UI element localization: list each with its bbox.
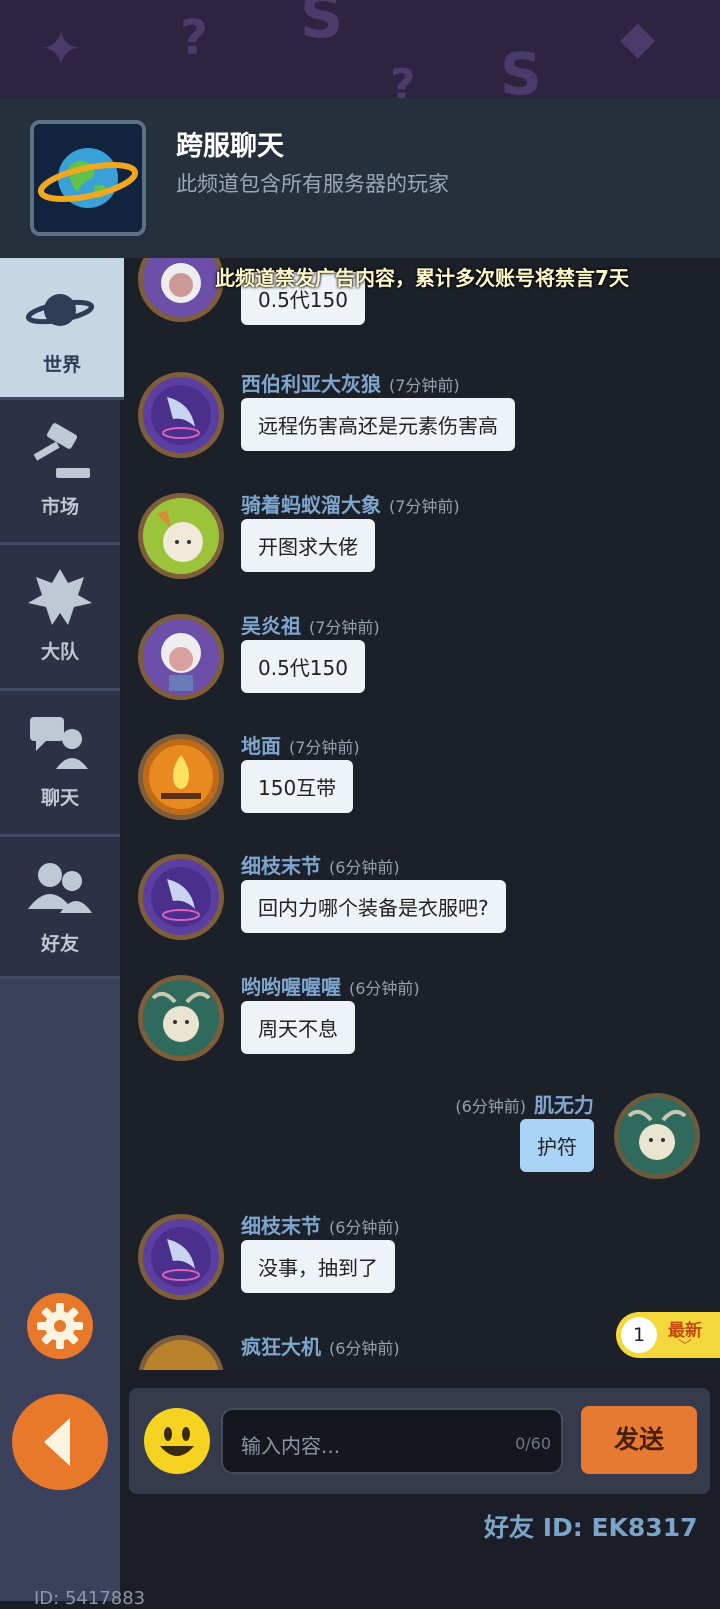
chevron-down-icon: ﹀ bbox=[678, 1339, 692, 1355]
background-pattern: ? S S ? ✦ ◆ bbox=[0, 0, 720, 110]
sidebar-item-label: 大队 bbox=[40, 641, 79, 663]
sender-name[interactable]: 哟哟喔喔喔 (6分钟前) bbox=[241, 971, 420, 1000]
message-bubble: 150互带 bbox=[241, 760, 354, 813]
chat-bubbles-icon bbox=[30, 717, 88, 769]
message-input-bar: 输入内容... 0/60 发送 bbox=[129, 1388, 710, 1494]
unread-count-badge: 1 bbox=[621, 1317, 657, 1353]
emoji-button[interactable] bbox=[144, 1408, 210, 1474]
sender-name[interactable]: 细枝末节 (6分钟前) bbox=[241, 1210, 400, 1239]
sender-name[interactable]: 吴炎祖 (7分钟前) bbox=[241, 610, 380, 639]
message-time: (7分钟前) bbox=[389, 497, 460, 516]
avatar[interactable] bbox=[138, 975, 224, 1061]
newest-messages-button[interactable]: 1 最新 ﹀ bbox=[616, 1312, 720, 1358]
channel-header: 跨服聊天 此频道包含所有服务器的玩家 bbox=[0, 98, 720, 258]
channel-title: 跨服聊天 bbox=[176, 131, 284, 162]
message-bubble: 回内力哪个装备是衣服吧? bbox=[241, 880, 506, 933]
avatar[interactable] bbox=[138, 1335, 224, 1370]
sender-name[interactable]: 疯狂大机 (6分钟前) bbox=[241, 1331, 400, 1360]
sender-name[interactable]: 地面 (7分钟前) bbox=[241, 730, 360, 759]
sidebar-item-market[interactable]: 市场 bbox=[0, 400, 120, 545]
sidebar-item-label: 市场 bbox=[40, 496, 79, 518]
sidebar-item-team[interactable]: 大队 bbox=[0, 545, 120, 691]
avatar[interactable] bbox=[138, 1214, 224, 1300]
sender-name-text: 哟哟喔喔喔 bbox=[241, 975, 341, 999]
avatar[interactable] bbox=[614, 1093, 700, 1179]
planet-globe-icon bbox=[30, 120, 146, 236]
message-time: (6分钟前) bbox=[455, 1097, 526, 1116]
avatar[interactable] bbox=[138, 372, 224, 458]
settings-button[interactable] bbox=[27, 1293, 93, 1359]
back-arrow-icon bbox=[44, 1418, 70, 1466]
sidebar-item-chat[interactable]: 聊天 bbox=[0, 691, 120, 837]
send-button[interactable]: 发送 bbox=[581, 1406, 697, 1474]
sender-name-text: 疯狂大机 bbox=[241, 1335, 321, 1359]
message-bubble: 周天不息 bbox=[241, 1001, 355, 1054]
message-time: (7分钟前) bbox=[309, 618, 380, 637]
char-counter: 0/60 bbox=[515, 1434, 551, 1453]
chat-message: 骑着蚂蚁溜大象 (7分钟前) 开图求大佬 bbox=[124, 487, 720, 607]
message-time: (6分钟前) bbox=[329, 1218, 400, 1237]
sender-name-text: 细枝末节 bbox=[241, 1214, 321, 1238]
sender-name[interactable]: 骑着蚂蚁溜大象 (7分钟前) bbox=[241, 489, 460, 518]
channel-subtitle: 此频道包含所有服务器的玩家 bbox=[176, 172, 449, 196]
message-time: (7分钟前) bbox=[389, 376, 460, 395]
chat-message-list[interactable]: 0.5代150 西伯利亚大灰狼 (7分钟前) 远程伤害高还是元素伤害高 骑着蚂蚁溜… bbox=[124, 258, 720, 1370]
message-time: (6分钟前) bbox=[349, 979, 420, 998]
chat-message: 细枝末节 (6分钟前) 回内力哪个装备是衣服吧? bbox=[124, 848, 720, 968]
gear-icon bbox=[37, 1303, 83, 1349]
message-bubble: 没事，抽到了 bbox=[241, 1240, 395, 1293]
message-bubble: 0.5代150 bbox=[241, 640, 365, 693]
message-bubble: 开图求大佬 bbox=[241, 519, 375, 572]
chat-message: 西伯利亚大灰狼 (7分钟前) 远程伤害高还是元素伤害高 bbox=[124, 366, 720, 486]
sender-name-text: 骑着蚂蚁溜大象 bbox=[241, 493, 381, 517]
avatar[interactable] bbox=[138, 614, 224, 700]
message-time: (6分钟前) bbox=[329, 858, 400, 877]
avatar[interactable] bbox=[138, 493, 224, 579]
sender-name[interactable]: (6分钟前) 肌无力 bbox=[455, 1089, 594, 1118]
sidebar-item-label: 好友 bbox=[40, 933, 79, 955]
sender-name-text: 肌无力 bbox=[534, 1093, 594, 1117]
sender-name[interactable]: 细枝末节 (6分钟前) bbox=[241, 850, 400, 879]
guild-emblem-icon bbox=[28, 569, 92, 625]
smiley-icon bbox=[160, 1427, 194, 1456]
planet-icon bbox=[26, 294, 94, 326]
input-placeholder: 输入内容... bbox=[241, 1434, 341, 1458]
gavel-icon bbox=[33, 423, 90, 478]
friend-id: 好友 ID: EK8317 bbox=[484, 1513, 698, 1542]
sidebar-item-world[interactable]: 世界 bbox=[0, 258, 124, 400]
chat-message-self: (6分钟前) 肌无力 护符 bbox=[124, 1087, 720, 1207]
sidebar-item-label: 世界 bbox=[42, 354, 81, 376]
message-bubble: 护符 bbox=[520, 1119, 594, 1172]
avatar[interactable] bbox=[138, 734, 224, 820]
message-bubble: 远程伤害高还是元素伤害高 bbox=[241, 398, 515, 451]
chat-message: 细枝末节 (6分钟前) 没事，抽到了 bbox=[124, 1208, 720, 1328]
sidebar-item-label: 聊天 bbox=[40, 787, 79, 809]
avatar[interactable] bbox=[138, 854, 224, 940]
sender-name-text: 吴炎祖 bbox=[241, 614, 301, 638]
message-time: (6分钟前) bbox=[329, 1339, 400, 1358]
message-time: (7分钟前) bbox=[289, 738, 360, 757]
channel-notice: 此频道禁发广告内容，累计多次账号将禁言7天 bbox=[215, 266, 629, 290]
chat-message: 吴炎祖 (7分钟前) 0.5代150 bbox=[124, 608, 720, 728]
chat-message: 地面 (7分钟前) 150互带 bbox=[124, 728, 720, 848]
sender-name-text: 地面 bbox=[241, 734, 281, 758]
chat-message: 哟哟喔喔喔 (6分钟前) 周天不息 bbox=[124, 969, 720, 1089]
sender-name-text: 西伯利亚大灰狼 bbox=[241, 372, 381, 396]
sidebar-item-friends[interactable]: 好友 bbox=[0, 837, 120, 979]
back-button[interactable] bbox=[12, 1394, 108, 1490]
player-id: ID: 5417883 bbox=[34, 1588, 146, 1609]
sender-name[interactable]: 西伯利亚大灰狼 (7分钟前) bbox=[241, 368, 460, 397]
friends-icon bbox=[28, 863, 92, 913]
message-input[interactable]: 输入内容... 0/60 bbox=[221, 1408, 563, 1474]
sender-name-text: 细枝末节 bbox=[241, 854, 321, 878]
